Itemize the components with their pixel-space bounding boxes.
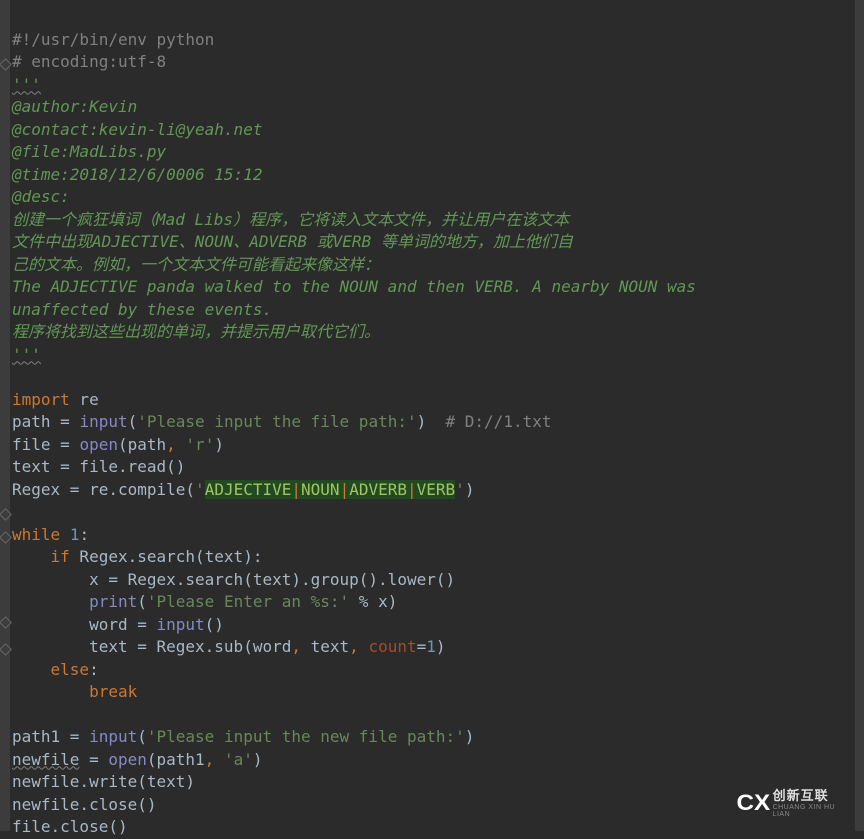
code-blank [12, 502, 22, 521]
code-line: 己的文本。例如，一个文本文件可能看起来像这样： [12, 255, 380, 274]
code-line: word = input() [12, 615, 224, 634]
code-line: import re [12, 390, 99, 409]
fold-marker[interactable] [0, 616, 12, 629]
code-line: else: [12, 660, 99, 679]
code-line: if Regex.search(text): [12, 547, 262, 566]
code-line: newfile.write(text) [12, 772, 195, 791]
code-line: x = Regex.search(text).group().lower() [12, 570, 455, 589]
code-line: text = file.read() [12, 457, 185, 476]
code-line: 程序将找到这些出现的单词，并提示用户取代它们。 [12, 322, 380, 341]
watermark-logo: CX 创新互联 CHUANG XIN HU LIAN [738, 783, 848, 823]
scrollbar[interactable] [855, 0, 864, 831]
logo-en: CHUANG XIN HU LIAN [773, 804, 848, 818]
code-line: newfile = open(path1, 'a') [12, 750, 263, 769]
code-line: while 1: [12, 525, 89, 544]
code-line: ''' [12, 345, 41, 364]
code-line: 创建一个疯狂填词（Mad Libs）程序，它将读入文本文件，并让用户在该文本 [12, 210, 569, 229]
fold-marker[interactable] [0, 58, 12, 71]
code-line: # encoding:utf-8 [12, 52, 166, 71]
code-line: #!/usr/bin/env python [12, 30, 214, 49]
code-line: @time:2018/12/6/0006 15:12 [12, 165, 262, 184]
fold-marker[interactable] [0, 531, 12, 544]
gutter [0, 0, 10, 831]
code-line: The ADJECTIVE panda walked to the NOUN a… [12, 277, 696, 296]
code-line: @file:MadLibs.py [12, 142, 166, 161]
code-line: newfile.close() [12, 795, 157, 814]
code-editor[interactable]: #!/usr/bin/env python # encoding:utf-8 '… [12, 6, 854, 839]
code-line: @desc: [12, 187, 70, 206]
code-blank [12, 705, 22, 724]
code-line: 文件中出现ADJECTIVE、NOUN、ADVERB 或VERB 等单词的地方，… [12, 232, 573, 251]
logo-mark: CX [736, 790, 770, 816]
logo-cn: 创新互联 [773, 789, 848, 802]
code-line: ''' [12, 75, 41, 94]
code-line: file = open(path, 'r') [12, 435, 224, 454]
code-line: unaffected by these events. [12, 300, 272, 319]
code-line: print('Please Enter an %s:' % x) [12, 592, 397, 611]
code-line: path1 = input('Please input the new file… [12, 727, 474, 746]
code-line: text = Regex.sub(word, text, count=1) [12, 637, 446, 656]
code-line: @contact:kevin-li@yeah.net [12, 120, 262, 139]
code-blank [12, 367, 22, 386]
fold-marker[interactable] [0, 508, 12, 521]
code-line: @author:Kevin [12, 97, 137, 116]
code-line: break [12, 682, 137, 701]
code-line: path = input('Please input the file path… [12, 412, 551, 431]
fold-marker[interactable] [0, 643, 12, 656]
code-line: file.close() [12, 817, 128, 836]
code-line: Regex = re.compile('ADJECTIVE|NOUN|ADVER… [12, 480, 474, 499]
